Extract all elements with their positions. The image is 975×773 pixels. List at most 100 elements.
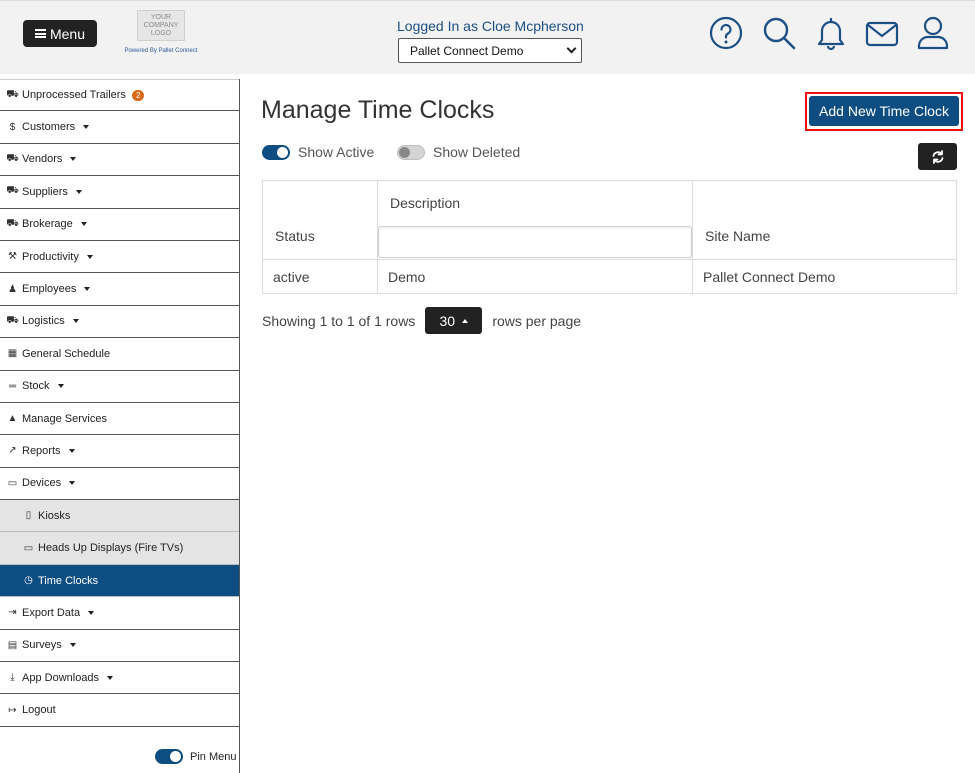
bell-icon[interactable] [814, 15, 848, 51]
site-select[interactable]: Pallet Connect Demo [398, 38, 582, 63]
chart-line-icon: ↗ [8, 445, 17, 457]
sidebar-item-label: Employees [22, 283, 77, 296]
hamburger-icon [34, 29, 46, 38]
help-circle-icon[interactable] [709, 15, 743, 51]
sidebar-item-label: Reports [22, 444, 61, 457]
sidebar-item-productivity[interactable]: ⚒ Productivity [0, 241, 239, 274]
pin-menu[interactable]: Pin Menu [155, 749, 236, 764]
column-header-status[interactable]: Status [262, 180, 378, 260]
sidebar-item-time-clocks[interactable]: ◷ Time Clocks [0, 564, 239, 598]
pallet-icon: ═ [8, 380, 17, 392]
sidebar-item-surveys[interactable]: ▤ Surveys [0, 630, 239, 663]
sidebar-item-label: Brokerage [22, 218, 73, 231]
sidebar-item-unprocessed-trailers[interactable]: ⛟ Unprocessed Trailers 2 [0, 79, 239, 112]
time-clocks-table: Status Description Site Name active Demo P… [262, 180, 957, 294]
envelope-icon[interactable] [865, 15, 899, 51]
sidebar-list: ⛟ Unprocessed Trailers 2 $ Customers ⛟ Vendors… [0, 79, 239, 727]
page-title: Manage Time Clocks [261, 96, 495, 124]
monitor-icon: ▭ [23, 542, 34, 554]
sidebar-item-app-downloads[interactable]: ⤓ App Downloads [0, 662, 239, 695]
sidebar-item-manage-services[interactable]: ▲ Manage Services [0, 403, 239, 436]
sidebar-item-label: Surveys [22, 639, 62, 652]
sidebar-item-reports[interactable]: ↗ Reports [0, 435, 239, 468]
rows-per-page-label: rows per page [492, 312, 582, 329]
sidebar-nav: ⛟ Unprocessed Trailers 2 $ Customers ⛟ Vendors… [0, 79, 240, 773]
sidebar-item-general-schedule[interactable]: ▦ General Schedule [0, 338, 239, 371]
bell-service-icon: ▲ [7, 413, 18, 425]
description-filter-input[interactable] [378, 226, 692, 258]
caret-up-icon [462, 318, 469, 323]
sidebar-item-employees[interactable]: ♟ Employees [0, 273, 239, 306]
toggle-knob [399, 146, 410, 158]
clock-icon: ◷ [24, 575, 33, 587]
dollar-icon: $ [9, 121, 16, 133]
clipboard-icon: ▤ [7, 639, 18, 651]
caret-down-icon [88, 610, 95, 615]
sidebar-item-label: Stock [22, 380, 50, 393]
download-icon: ⤓ [10, 672, 15, 684]
sidebar-item-label: Productivity [22, 250, 79, 263]
sidebar-item-label: Time Clocks [38, 574, 99, 587]
toggle-knob [277, 146, 288, 158]
user-icon[interactable] [916, 15, 950, 51]
sidebar-item-suppliers[interactable]: ⛟ Suppliers [0, 176, 239, 209]
site-select-value: Pallet Connect Demo [410, 43, 524, 58]
pagination-summary: Showing 1 to 1 of 1 rows [262, 312, 416, 329]
sidebar-item-customers[interactable]: $ Customers [0, 111, 239, 144]
sidebar-item-brokerage[interactable]: ⛟ Brokerage [0, 209, 239, 241]
sidebar-item-export-data[interactable]: ⇥ Export Data [0, 597, 239, 630]
refresh-button[interactable] [918, 143, 957, 170]
sidebar-item-devices[interactable]: ▭ Devices [0, 468, 239, 501]
sidebar-item-vendors[interactable]: ⛟ Vendors [0, 144, 239, 177]
top-header: Menu YOUR COMPANY LOGO Powered By Pallet… [0, 0, 975, 74]
caret-down-icon [75, 189, 82, 194]
table-header-row: Status Description Site Name [262, 180, 957, 260]
menu-button-label: Menu [49, 25, 86, 42]
show-active-filter[interactable]: Show Active [262, 144, 374, 160]
show-active-label: Show Active [298, 144, 375, 160]
sidebar-item-logout[interactable]: ↦ Logout [0, 694, 239, 727]
sidebar-item-label: Logout [22, 704, 56, 717]
powered-by-text: Powered By Pallet Connect [124, 48, 198, 54]
show-deleted-filter[interactable]: Show Deleted [397, 144, 520, 160]
toggle-knob [170, 751, 181, 762]
table-cell: Demo [377, 259, 693, 294]
rows-per-page-button[interactable]: 30 [425, 307, 483, 334]
column-header-description[interactable]: Description [377, 180, 693, 260]
caret-down-icon [80, 222, 87, 227]
calendar-icon: ▦ [7, 348, 18, 360]
sidebar-item-heads-up-displays-fire-tvs[interactable]: ▭ Heads Up Displays (Fire TVs) [0, 532, 239, 565]
sidebar-item-label: Devices [22, 477, 62, 490]
logged-in-user[interactable]: Logged In as Cloe Mcpherson [397, 18, 584, 34]
refresh-icon [932, 149, 943, 164]
sidebar-item-label: Suppliers [22, 185, 68, 198]
caret-down-icon [68, 448, 75, 453]
search-icon[interactable] [762, 15, 796, 51]
sidebar-item-label: Export Data [22, 606, 81, 619]
sidebar-item-label: Manage Services [22, 412, 107, 425]
file-export-icon: ⇥ [8, 607, 17, 619]
column-header-site-name[interactable]: Site Name [692, 180, 957, 260]
menu-button[interactable]: Menu [23, 20, 97, 47]
chevron-down-icon [566, 43, 577, 54]
pagination: Showing 1 to 1 of 1 rows 30 rows per pag… [262, 307, 581, 334]
sidebar-item-label: App Downloads [22, 671, 100, 684]
table-body: active Demo Pallet Connect Demo [262, 259, 957, 294]
sidebar-item-label: Logistics [22, 315, 65, 328]
table-row[interactable]: active Demo Pallet Connect Demo [262, 259, 957, 294]
show-active-toggle[interactable] [262, 144, 290, 160]
sidebar-item-kiosks[interactable]: ▯ Kiosks [0, 500, 239, 533]
sidebar-item-stock[interactable]: ═ Stock [0, 371, 239, 403]
sidebar-item-logistics[interactable]: ⛟ Logistics [0, 306, 239, 339]
truck-loaded-icon: ⛟ [6, 185, 19, 197]
caret-down-icon [57, 384, 64, 389]
table-cell: Pallet Connect Demo [692, 259, 957, 294]
trailer-icon: ⛟ [6, 88, 19, 100]
caret-down-icon [86, 254, 93, 259]
add-time-clock-button[interactable]: Add New Time Clock [809, 96, 959, 126]
show-deleted-toggle[interactable] [397, 144, 425, 160]
rows-per-page-value: 30 [439, 312, 456, 329]
sidebar-item-label: General Schedule [22, 347, 111, 360]
caret-down-icon [84, 287, 91, 292]
pin-menu-toggle[interactable] [155, 749, 183, 764]
